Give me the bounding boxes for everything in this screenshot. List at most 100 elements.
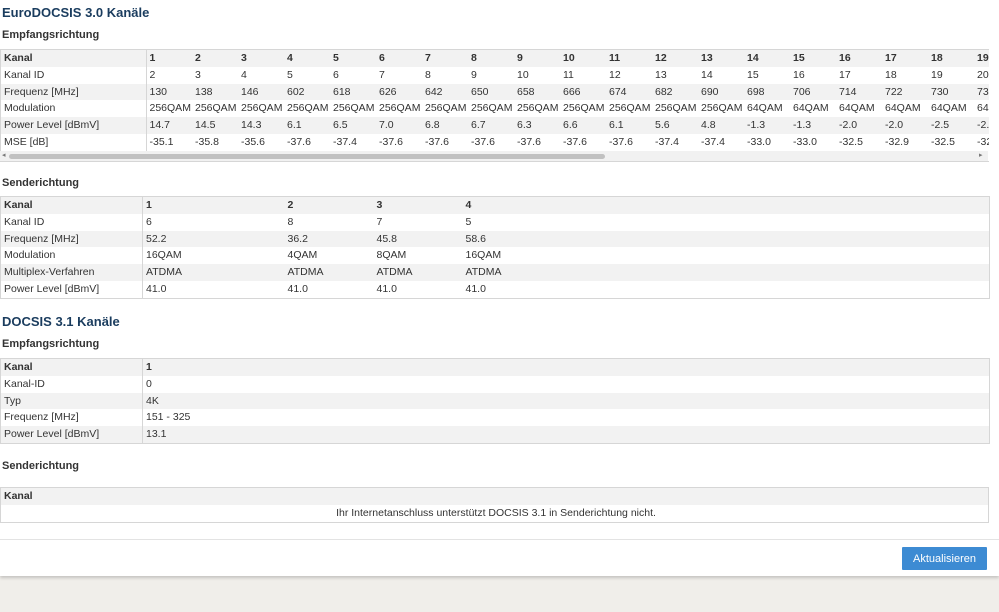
table-cell: 64QAM	[977, 102, 989, 115]
table-cell: 602	[284, 83, 330, 101]
table-row: Modulation 256QAM 256QAM 256QAM 256QAM 256QAM…	[1, 100, 989, 118]
table-cell: -37.4	[655, 135, 679, 148]
docsis30-downstream-title: Empfangsrichtung	[2, 29, 100, 41]
table-header-cell: 7	[422, 50, 468, 67]
table-header-cell: 10	[560, 50, 606, 67]
table-cell: -2.5	[928, 117, 974, 134]
table-cell: 722	[882, 83, 928, 101]
row-label: Modulation	[1, 100, 147, 118]
row-label: Power Level [dBmV]	[1, 117, 147, 134]
table-header-cell: 2	[192, 50, 238, 67]
table-cell: 14	[701, 68, 713, 81]
table-header-cell: 4	[284, 50, 330, 67]
table-header-cell: 1	[142, 358, 990, 376]
table-header-row: Kanal	[0, 487, 989, 505]
table-header-row: Kanal 1	[0, 358, 990, 376]
table-cell: 138	[192, 83, 238, 101]
docsis30-upstream-table: Kanal 1 2 3 4 Kanal ID 6 8 7 5 Frequenz [MHz] 52.2 3…	[0, 196, 990, 299]
horizontal-scrollbar[interactable]: ◂ ▸	[0, 151, 988, 161]
table-cell: 8	[425, 68, 431, 81]
row-label: Frequenz [MHz]	[1, 83, 147, 101]
table-cell: 6.8	[422, 117, 468, 134]
table-row: Kanal-ID 0	[0, 375, 990, 393]
table-cell: 16	[793, 68, 805, 81]
table-cell: 11	[563, 68, 574, 81]
table-cell: 674	[606, 83, 652, 101]
table-cell: 256QAM	[287, 102, 329, 115]
table-row: Modulation 16QAM 4QAM 8QAM 16QAM	[0, 247, 990, 265]
table-cell: 41.0	[376, 282, 397, 295]
table-row: Power Level [dBmV] 41.0 41.0 41.0 41.0	[0, 280, 990, 299]
table-cell: 256QAM	[425, 102, 467, 115]
docsis30-downstream-table: Kanal 1 2 3 4 5 6 7 8 9 10 11 12 13 14 15 16 17 18 19 Kanal …	[1, 50, 989, 151]
table-cell: 14.5	[192, 117, 238, 134]
table-cell: 256QAM	[609, 102, 651, 115]
table-row: MSE [dB] -35.1 -35.8 -35.6 -37.6 -37.4 -37.6 -3…	[1, 133, 989, 151]
row-label: Kanal	[0, 196, 143, 214]
empty-cell	[551, 230, 990, 248]
table-cell: 5	[465, 215, 472, 228]
table-header-cell: 12	[652, 50, 698, 67]
row-label: Modulation	[0, 247, 143, 265]
table-cell: 6.6	[560, 117, 606, 134]
table-cell: 58.6	[462, 230, 552, 248]
table-cell: 256QAM	[517, 102, 559, 115]
table-cell: -37.4	[701, 135, 725, 148]
table-header-cell: 19	[974, 50, 989, 67]
table-cell: 14.7	[146, 117, 192, 134]
row-label: Power Level [dBmV]	[0, 280, 143, 299]
table-cell: 19	[931, 68, 943, 81]
table-header-cell: 1	[142, 196, 285, 214]
row-label: Kanal	[1, 50, 147, 67]
docsis30-title: EuroDOCSIS 3.0 Kanäle	[2, 5, 150, 20]
table-cell: 256QAM	[379, 102, 421, 115]
table-header-cell: 4	[462, 196, 552, 214]
table-cell: ATDMA	[142, 264, 285, 281]
table-cell: 64QAM	[931, 102, 967, 115]
table-cell: -37.6	[471, 135, 495, 148]
table-cell: 6.1	[284, 117, 330, 134]
table-cell: 642	[422, 83, 468, 101]
table-header-cell: 8	[468, 50, 514, 67]
table-cell: 650	[468, 83, 514, 101]
table-cell: 6	[333, 68, 339, 81]
refresh-button[interactable]: Aktualisieren	[902, 547, 987, 570]
table-cell: -37.6	[609, 135, 633, 148]
table-cell: 6.5	[330, 117, 376, 134]
table-cell: 17	[839, 68, 851, 81]
table-cell: 256QAM	[195, 102, 237, 115]
table-cell: 256QAM	[333, 102, 375, 115]
table-cell: 7.0	[376, 117, 422, 134]
table-row: Frequenz [MHz] 151 - 325	[0, 409, 990, 427]
table-row: Power Level [dBmV] 13.1	[0, 426, 990, 444]
table-cell: 20	[977, 68, 989, 81]
table-cell: 256QAM	[655, 102, 697, 115]
scroll-right-arrow-icon[interactable]: ▸	[979, 152, 983, 160]
table-cell: 15	[747, 68, 759, 81]
docsis30-upstream-title: Senderichtung	[2, 177, 80, 189]
unsupported-message: Ihr Internetanschluss unterstützt DOCSIS…	[336, 506, 656, 519]
table-cell: 52.2	[142, 230, 285, 248]
table-header-cell: 6	[376, 50, 422, 67]
row-label: Kanal ID	[0, 213, 143, 231]
table-cell: 256QAM	[701, 102, 743, 115]
table-row: Multiplex-Verfahren ATDMA ATDMA ATDMA ATDMA	[0, 264, 990, 281]
table-cell: 12	[609, 68, 621, 81]
scroll-left-arrow-icon[interactable]: ◂	[2, 152, 6, 160]
empty-cell	[552, 214, 990, 231]
scrollbar-thumb[interactable]	[9, 154, 605, 159]
table-header-cell: 16	[836, 50, 882, 67]
table-cell: 698	[744, 83, 790, 101]
table-header-cell: 18	[928, 50, 974, 67]
table-cell: -32.5	[977, 135, 989, 148]
table-cell: -1.3	[790, 117, 836, 134]
table-row: Kanal ID 6 8 7 5	[0, 213, 990, 231]
docsis31-downstream-table: Kanal 1 Kanal-ID 0 Typ 4K Frequenz [MHz] 151 - …	[0, 358, 990, 444]
row-label: Frequenz [MHz]	[0, 409, 143, 427]
table-cell: -1.3	[744, 117, 790, 134]
table-cell: 7	[376, 215, 383, 228]
table-header-cell: 14	[744, 50, 790, 67]
docsis30-downstream-scroll-area[interactable]: Kanal 1 2 3 4 5 6 7 8 9 10 11 12 13 14 15 16 17 18 19 Kanal …	[0, 49, 989, 162]
row-label: Frequenz [MHz]	[0, 230, 143, 248]
page: EuroDOCSIS 3.0 Kanäle Empfangsrichtung K…	[0, 0, 999, 576]
